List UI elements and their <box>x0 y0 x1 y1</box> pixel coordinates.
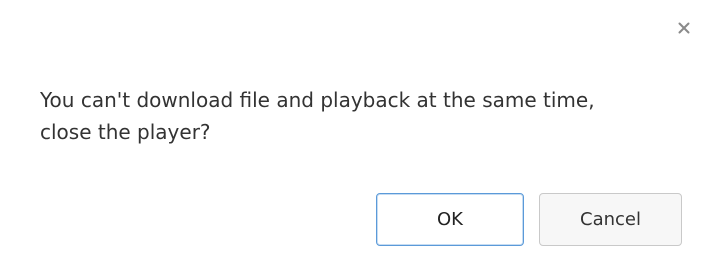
confirm-dialog: You can't download file and playback at … <box>0 0 710 274</box>
close-button[interactable] <box>675 19 693 37</box>
ok-button[interactable]: OK <box>376 193 524 246</box>
cancel-button[interactable]: Cancel <box>539 193 682 246</box>
dialog-buttons: OK Cancel <box>376 193 682 246</box>
dialog-message: You can't download file and playback at … <box>40 88 595 144</box>
close-icon <box>678 22 690 34</box>
